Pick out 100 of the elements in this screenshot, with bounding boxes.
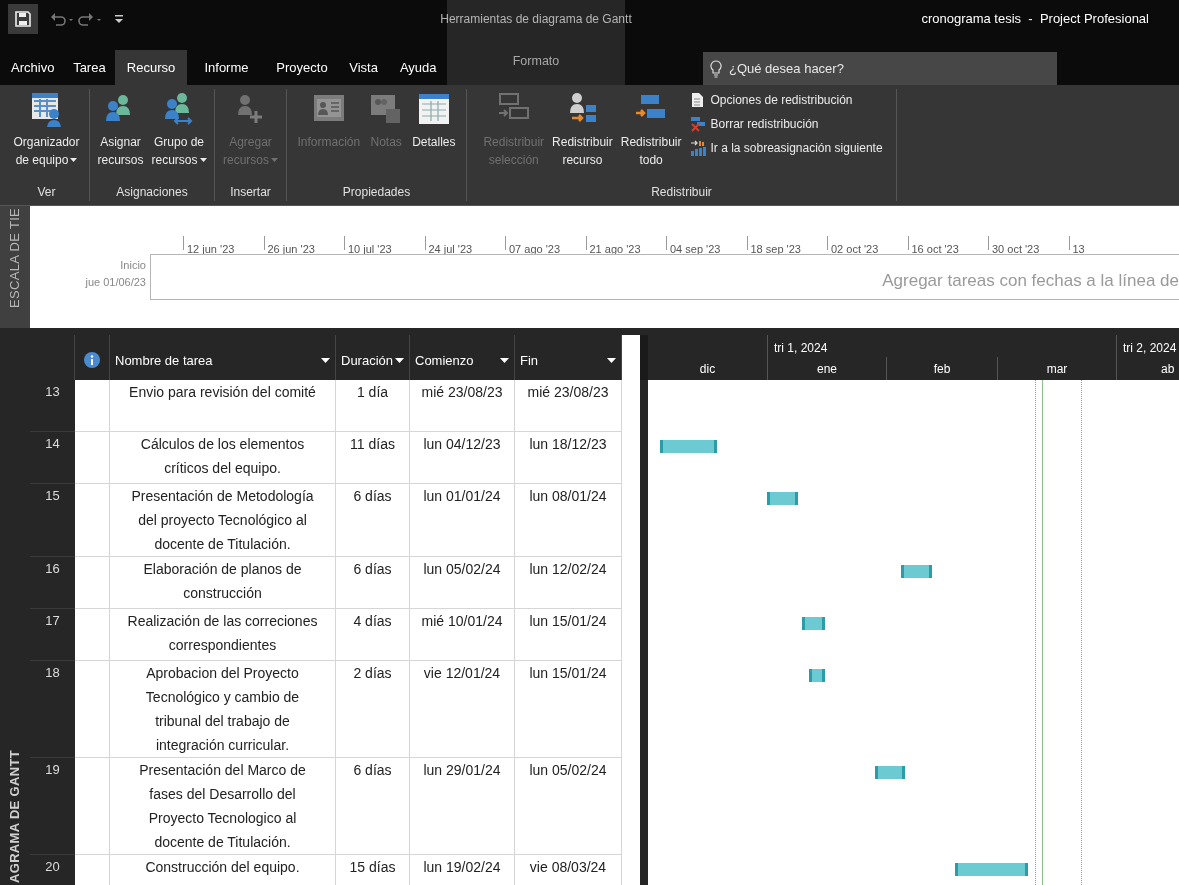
table-cell: Presentación de Metodología del proyecto Tecnológico al docente de Titulación. (110, 484, 336, 557)
table-cell: Elaboración de planos de construcción (110, 557, 336, 609)
pane-label: ESCALA DE TIE (0, 206, 30, 328)
table-cell: mié 23/08/23 (515, 380, 622, 432)
row-number[interactable]: 13 (30, 380, 75, 432)
timescale-label: 18 sep '23 (750, 243, 801, 255)
table-cell (75, 609, 110, 661)
lightbulb-icon (710, 60, 722, 78)
row-number[interactable]: 18 (30, 661, 75, 758)
table-cell: lun 08/01/24 (515, 484, 622, 557)
dropdown-caret-icon[interactable] (607, 358, 616, 363)
timescale-label: 26 jun '23 (267, 243, 315, 255)
bar-chart-arrow-icon (690, 140, 707, 156)
table-cell: lun 01/01/24 (410, 484, 515, 557)
dropdown-caret-icon[interactable] (395, 358, 404, 363)
ribbon-tab[interactable]: Vista (337, 50, 390, 85)
redo-icon[interactable] (78, 11, 102, 27)
table-cell: lun 04/12/23 (410, 432, 515, 484)
ribbon-tab[interactable]: Formato (500, 48, 572, 75)
timescale-label: feb (933, 360, 951, 378)
ribbon-button[interactable]: Detalles (409, 89, 459, 151)
table-cell: lun 29/01/24 (410, 758, 515, 855)
ribbon-tab[interactable]: Ayuda (389, 50, 447, 85)
task-bar[interactable] (901, 565, 933, 578)
customize-toolbar-icon[interactable] (114, 13, 124, 25)
timeline-start-date: jue 01/06/23 (85, 275, 146, 290)
ribbon-button[interactable]: Redistribuir recurso (549, 89, 616, 169)
table-cell: 1 día (336, 380, 410, 432)
ribbon-button[interactable]: Organizador de equipo (10, 89, 83, 169)
group-label: Insertar (230, 184, 271, 201)
ribbon-tab[interactable]: Archivo (2, 50, 64, 85)
row-number[interactable]: 17 (30, 609, 75, 661)
timescale-label: 30 oct '23 (992, 243, 1040, 255)
table-cell: Cálculos de los elementos críticos del equipo. (110, 432, 336, 484)
table-cell: lun 18/12/23 (515, 432, 622, 484)
table-cell: lun 05/02/24 (410, 557, 515, 609)
bar-cross-icon (690, 116, 707, 132)
timescale-label: 24 jul '23 (428, 243, 473, 255)
row-number[interactable]: 14 (30, 432, 75, 484)
table-cell: mié 10/01/24 (410, 609, 515, 661)
table-cell: lun 15/01/24 (515, 661, 622, 758)
column-header[interactable]: Duración (336, 335, 410, 380)
group-label: Redistribuir (651, 184, 712, 201)
column-header[interactable] (75, 335, 110, 380)
row-number[interactable]: 19 (30, 758, 75, 855)
timescale-label: dic (699, 360, 716, 378)
contextual-tab-group: Herramientas de diagrama de Gantt (440, 10, 632, 28)
column-header[interactable]: Nombre de tarea (110, 335, 336, 380)
table-cell: lun 05/02/24 (515, 758, 622, 855)
info-icon (84, 351, 100, 368)
ribbon-button[interactable]: Ir a la sobreasignación siguiente (690, 139, 883, 157)
row-number[interactable]: 20 (30, 855, 75, 885)
column-header[interactable]: Comienzo (410, 335, 515, 380)
group-label: Ver (37, 184, 56, 201)
dropdown-caret-icon[interactable] (321, 358, 330, 363)
ribbon-tab[interactable]: Tarea (63, 50, 116, 85)
table-cell: Envio para revisión del comité (110, 380, 336, 432)
ribbon-button[interactable]: Asignar recursos (94, 89, 147, 169)
timescale-label: tri 1, 2024 (774, 340, 828, 357)
dropdown-caret-icon[interactable] (500, 358, 509, 363)
table-cell (75, 380, 110, 432)
group-label: Asignaciones (116, 184, 188, 201)
table-cell: 6 días (336, 484, 410, 557)
timescale-label: ene (817, 360, 837, 378)
save-icon[interactable] (15, 11, 31, 27)
table-cell (75, 557, 110, 609)
timescale-label: mar (1046, 360, 1068, 378)
row-number[interactable]: 16 (30, 557, 75, 609)
ribbon-button[interactable]: Grupo de recursos (148, 89, 210, 169)
ribbon-tab[interactable]: Recurso (115, 50, 187, 85)
timescale-label: 02 oct '23 (831, 243, 879, 255)
ribbon-button[interactable]: Opciones de redistribución (690, 91, 883, 109)
table-cell: Presentación del Marco de fases del Desarrollo del Proyecto Tecnologico al docente de Titulación. (110, 758, 336, 855)
window-title: cronograma tesis - Project Profesional (921, 10, 1149, 29)
table-cell: 2 días (336, 661, 410, 758)
search-field[interactable]: ¿Qué desea hacer? (703, 52, 1057, 85)
table-cell (75, 432, 110, 484)
column-header[interactable]: Fin (515, 335, 622, 380)
table-cell: 11 días (336, 432, 410, 484)
group-label: Propiedades (342, 184, 411, 201)
task-bar[interactable] (801, 617, 825, 630)
ribbon-button[interactable]: Redistribuir todo (617, 89, 685, 169)
task-bar[interactable] (659, 440, 718, 453)
table-cell: 6 días (336, 557, 410, 609)
ribbon-tab[interactable]: Informe (186, 50, 267, 85)
table-cell: mié 23/08/23 (410, 380, 515, 432)
timescale-label: 13 (1072, 243, 1085, 255)
row-number[interactable]: 15 (30, 484, 75, 557)
table-cell: vie 12/01/24 (410, 661, 515, 758)
table-cell: Aprobacion del Proyecto Tecnológico y cambio de tribunal del trabajo de integración curricular. (110, 661, 336, 758)
task-bar[interactable] (874, 766, 906, 779)
table-cell: lun 15/01/24 (515, 609, 622, 661)
ribbon-button[interactable]: Borrar redistribución (690, 115, 883, 133)
table-cell: Realización de las correciones correspondientes (110, 609, 336, 661)
table-cell: 4 días (336, 609, 410, 661)
timescale-label: ab (1161, 360, 1175, 378)
timescale-label: 04 sep '23 (670, 243, 721, 255)
ribbon-tab[interactable]: Proyecto (266, 50, 338, 85)
undo-icon[interactable] (50, 11, 74, 27)
timeline-start-label: Inicio (120, 258, 146, 273)
